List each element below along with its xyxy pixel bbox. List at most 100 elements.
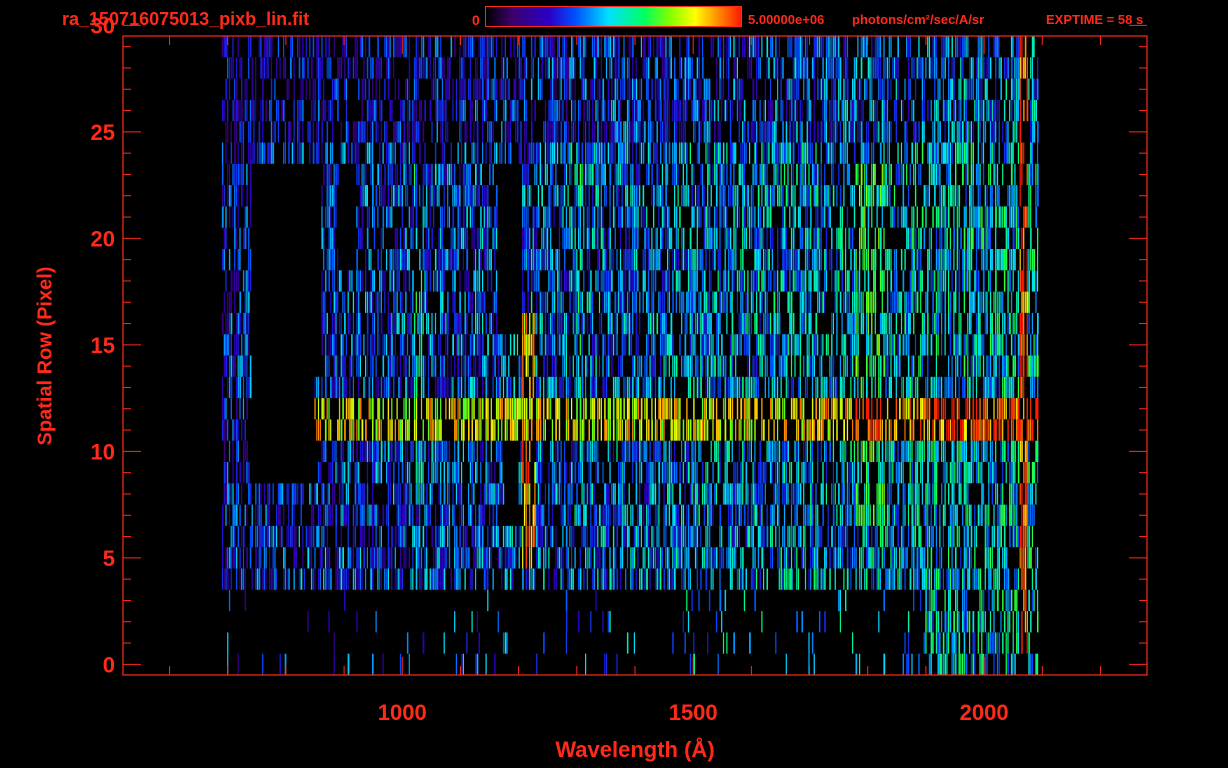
heatmap-cell — [883, 653, 886, 675]
heatmap-cell — [326, 312, 328, 335]
heatmap-cell — [888, 376, 891, 399]
heatmap-cell — [464, 334, 467, 356]
heatmap-cell — [543, 419, 545, 441]
heatmap-cell — [756, 270, 758, 292]
heatmap-cell — [646, 291, 648, 313]
heatmap-cell — [998, 419, 1000, 441]
heatmap-cell — [644, 568, 646, 590]
heatmap-cell — [522, 206, 524, 228]
heatmap-cell — [539, 398, 542, 420]
heatmap-cell — [562, 334, 565, 356]
heatmap-cell — [803, 398, 805, 420]
heatmap-cell — [403, 312, 406, 335]
heatmap-cell — [977, 312, 980, 335]
heatmap-cell — [876, 440, 878, 462]
heatmap-cell — [387, 291, 389, 313]
heatmap-cell — [757, 376, 759, 399]
heatmap-cell — [787, 547, 789, 569]
heatmap-cell — [574, 270, 576, 292]
heatmap-cell — [399, 547, 402, 569]
heatmap-cell — [469, 376, 472, 399]
heatmap-cell — [597, 206, 599, 228]
heatmap-cell — [859, 504, 861, 526]
heatmap-cell — [879, 462, 882, 484]
heatmap-cell — [797, 525, 800, 548]
heatmap-cell — [434, 462, 437, 484]
heatmap-cell — [1010, 334, 1013, 356]
heatmap-cell — [375, 291, 377, 313]
heatmap-cell — [724, 462, 726, 484]
heatmap-cell — [1017, 440, 1019, 462]
heatmap-cell — [501, 419, 503, 441]
heatmap-cell — [794, 525, 796, 548]
heatmap-cell — [309, 547, 311, 569]
heatmap-cell — [742, 462, 744, 484]
heatmap-cell — [783, 568, 786, 590]
heatmap-cell — [729, 334, 732, 356]
heatmap-cell — [527, 249, 530, 271]
heatmap-cell — [567, 270, 569, 292]
heatmap-cell — [555, 568, 557, 590]
heatmap-cell — [443, 206, 445, 228]
heatmap-cell — [836, 504, 838, 526]
heatmap-cell — [461, 376, 463, 399]
heatmap-cell — [841, 227, 843, 249]
heatmap-cell — [850, 440, 852, 462]
heatmap-cell — [663, 568, 666, 590]
heatmap-cell — [761, 462, 763, 484]
heatmap-cell — [591, 419, 594, 441]
heatmap-cell — [1035, 334, 1037, 356]
heatmap-cell — [759, 312, 761, 335]
heatmap-cell — [457, 419, 459, 441]
heatmap-cell — [234, 249, 236, 271]
heatmap-cell — [777, 398, 779, 420]
heatmap-cell — [904, 568, 906, 590]
heatmap-cell — [742, 270, 744, 292]
heatmap-cell — [520, 440, 523, 462]
heatmap-cell — [686, 398, 688, 420]
heatmap-cell — [431, 355, 433, 377]
heatmap-cell — [623, 249, 625, 271]
heatmap-cell — [911, 547, 913, 569]
heatmap-cell — [578, 611, 580, 633]
heatmap-cell — [790, 568, 793, 590]
heatmap-cell — [265, 568, 267, 590]
heatmap-cell — [321, 270, 323, 292]
heatmap-cell — [684, 440, 686, 462]
heatmap-cell — [494, 653, 496, 675]
heatmap-cell — [771, 227, 774, 249]
heatmap-cell — [988, 568, 990, 590]
heatmap-cell — [384, 291, 386, 313]
heatmap-cell — [408, 355, 410, 377]
heatmap-cell — [1002, 355, 1004, 377]
heatmap-cell — [459, 547, 461, 569]
heatmap-cell — [783, 483, 786, 505]
heatmap-cell — [546, 291, 549, 313]
heatmap-cell — [850, 376, 852, 399]
heatmap-cell — [694, 291, 697, 313]
heatmap-cell — [417, 312, 419, 335]
heatmap-cell — [310, 568, 313, 590]
heatmap-cell — [885, 249, 887, 271]
heatmap-cell — [698, 419, 700, 441]
heatmap-cell — [401, 440, 403, 462]
heatmap-cell — [787, 483, 789, 505]
heatmap-cell — [841, 312, 843, 335]
heatmap-cell — [529, 249, 531, 271]
heatmap-cell — [604, 376, 606, 399]
heatmap-cell — [242, 568, 245, 590]
heatmap-cell — [251, 504, 253, 526]
heatmap-cell — [609, 312, 612, 335]
heatmap-cell — [651, 270, 653, 292]
heatmap-cell — [804, 312, 807, 335]
heatmap-cell — [632, 440, 634, 462]
heatmap-cell — [473, 547, 475, 569]
heatmap-cell — [747, 270, 749, 292]
heatmap-cell — [661, 312, 664, 335]
heatmap-cell — [550, 440, 552, 462]
heatmap-cell — [1030, 249, 1032, 271]
heatmap-cell — [778, 355, 781, 377]
heatmap-cell — [871, 249, 873, 271]
heatmap-cell — [1017, 270, 1019, 292]
heatmap-cell — [937, 632, 940, 654]
